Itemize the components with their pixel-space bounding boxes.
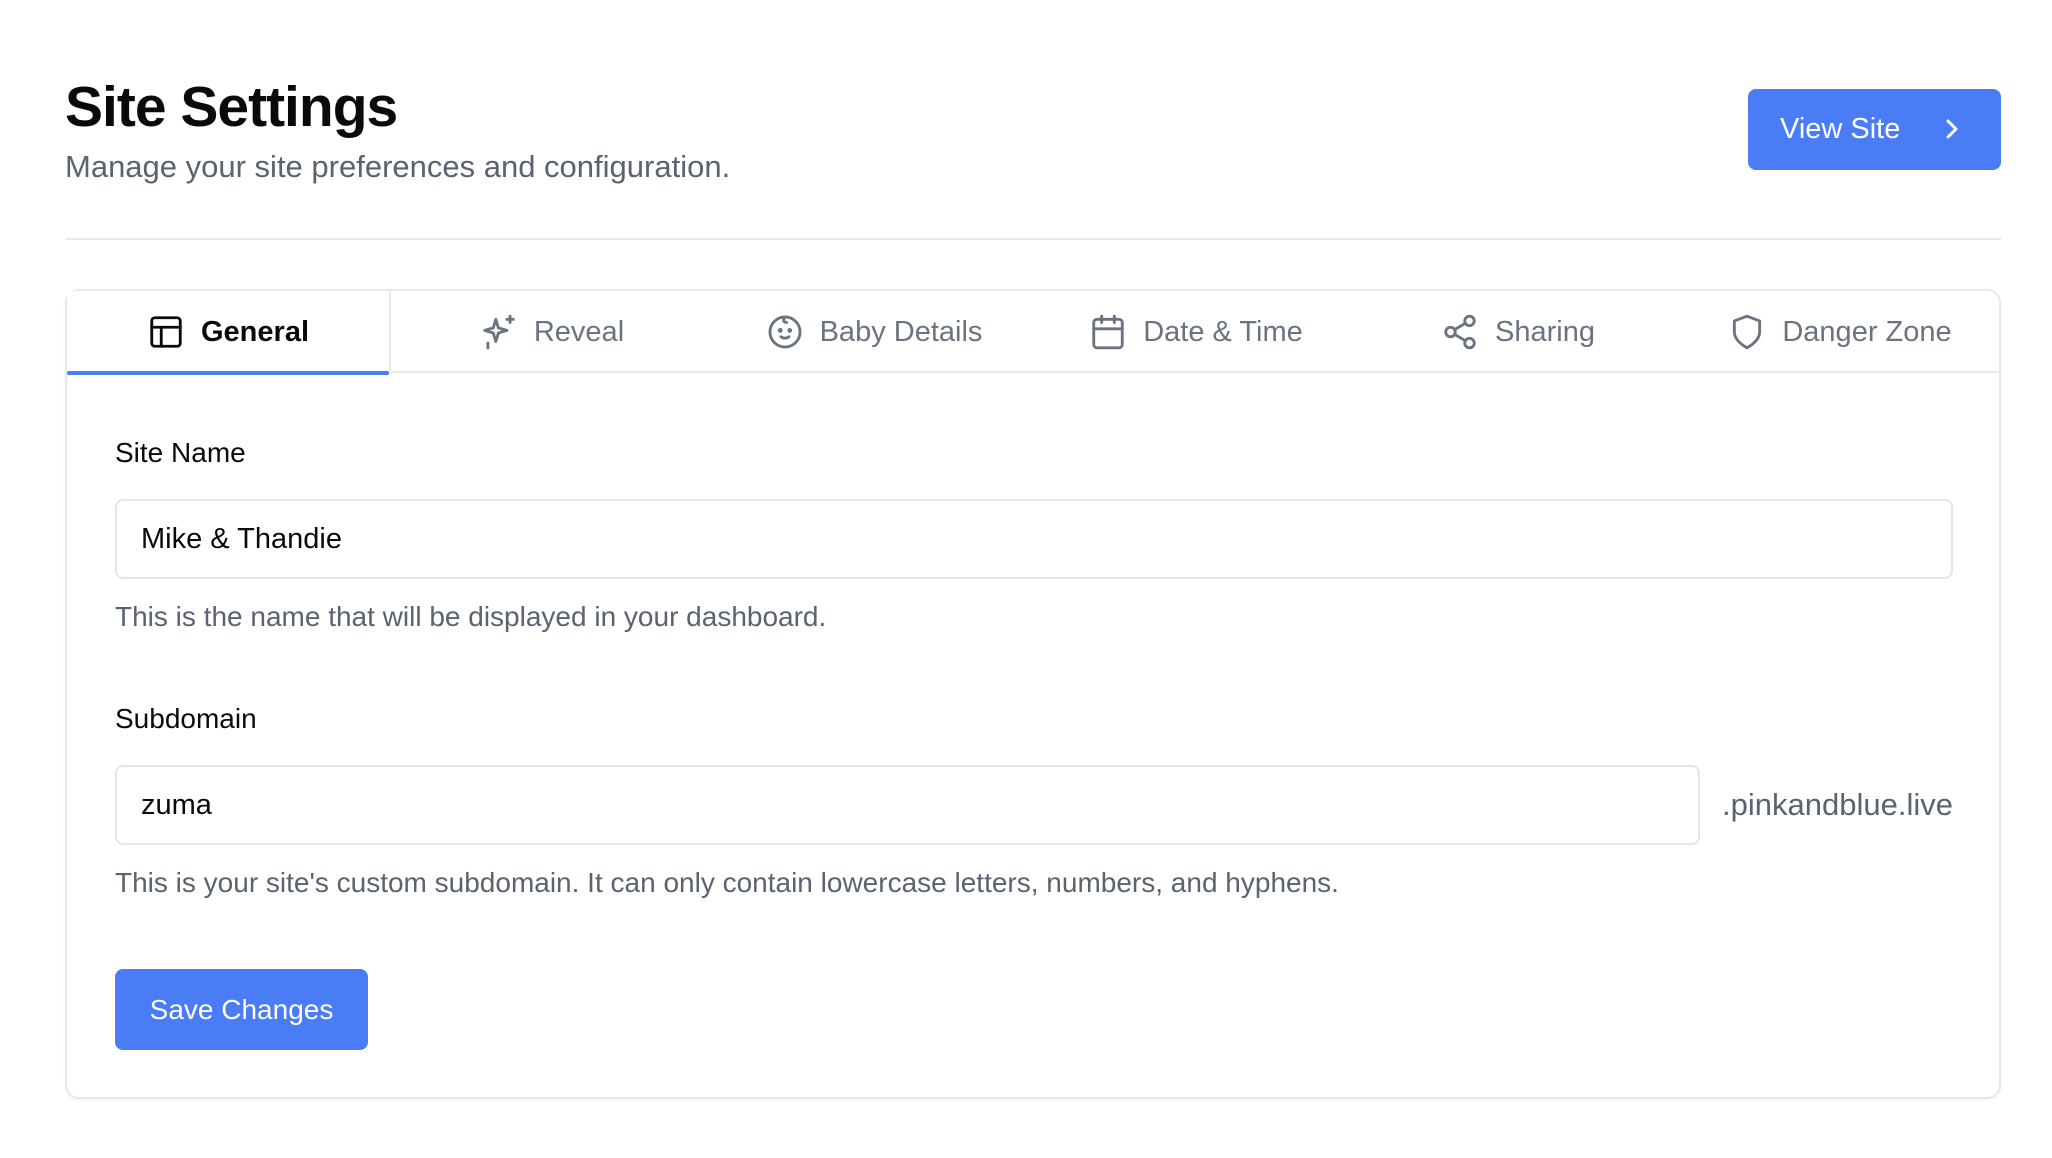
- tab-baby-details[interactable]: Baby Details: [713, 291, 1035, 373]
- view-site-button[interactable]: View Site: [1748, 89, 2001, 170]
- settings-page: Site Settings Manage your site preferenc…: [65, 0, 2001, 1158]
- tab-general[interactable]: General: [67, 291, 391, 375]
- tab-label: Date & Time: [1143, 315, 1303, 348]
- calendar-icon: [1089, 313, 1127, 351]
- sparkles-icon: [480, 313, 518, 351]
- page-header: Site Settings Manage your site preferenc…: [65, 72, 2001, 192]
- tab-date-time[interactable]: Date & Time: [1035, 291, 1357, 373]
- tab-label: Danger Zone: [1782, 315, 1952, 348]
- tab-sharing[interactable]: Sharing: [1357, 291, 1679, 373]
- tab-reveal[interactable]: Reveal: [391, 291, 713, 373]
- layout-icon: [147, 313, 185, 351]
- share-icon: [1441, 313, 1479, 351]
- header-divider: [65, 238, 2001, 240]
- site-name-label: Site Name: [115, 437, 246, 468]
- view-site-label: View Site: [1780, 113, 1901, 145]
- subdomain-label: Subdomain: [115, 703, 257, 734]
- chevron-right-icon: [1946, 119, 1958, 139]
- settings-card: General Reveal Baby Details Date & Time …: [65, 289, 2001, 1099]
- site-name-help: This is the name that will be displayed …: [115, 601, 827, 632]
- subdomain-help: This is your site's custom subdomain. It…: [115, 867, 1339, 898]
- tab-label: Baby Details: [819, 315, 983, 348]
- subdomain-suffix: .pinkandblue.live: [1722, 787, 1953, 822]
- shield-icon: [1728, 313, 1766, 351]
- tab-label: Sharing: [1495, 315, 1595, 348]
- page-title: Site Settings: [65, 75, 398, 139]
- tab-danger-zone[interactable]: Danger Zone: [1679, 291, 2001, 373]
- site-name-input[interactable]: [115, 499, 1953, 579]
- baby-icon: [766, 313, 804, 351]
- tab-label: Reveal: [533, 315, 625, 348]
- settings-tabs: General Reveal Baby Details Date & Time …: [67, 291, 2001, 375]
- tab-label: General: [201, 315, 309, 348]
- save-changes-button[interactable]: Save Changes: [115, 969, 368, 1050]
- subdomain-input[interactable]: [115, 765, 1700, 845]
- page-subtitle: Manage your site preferences and configu…: [65, 149, 731, 184]
